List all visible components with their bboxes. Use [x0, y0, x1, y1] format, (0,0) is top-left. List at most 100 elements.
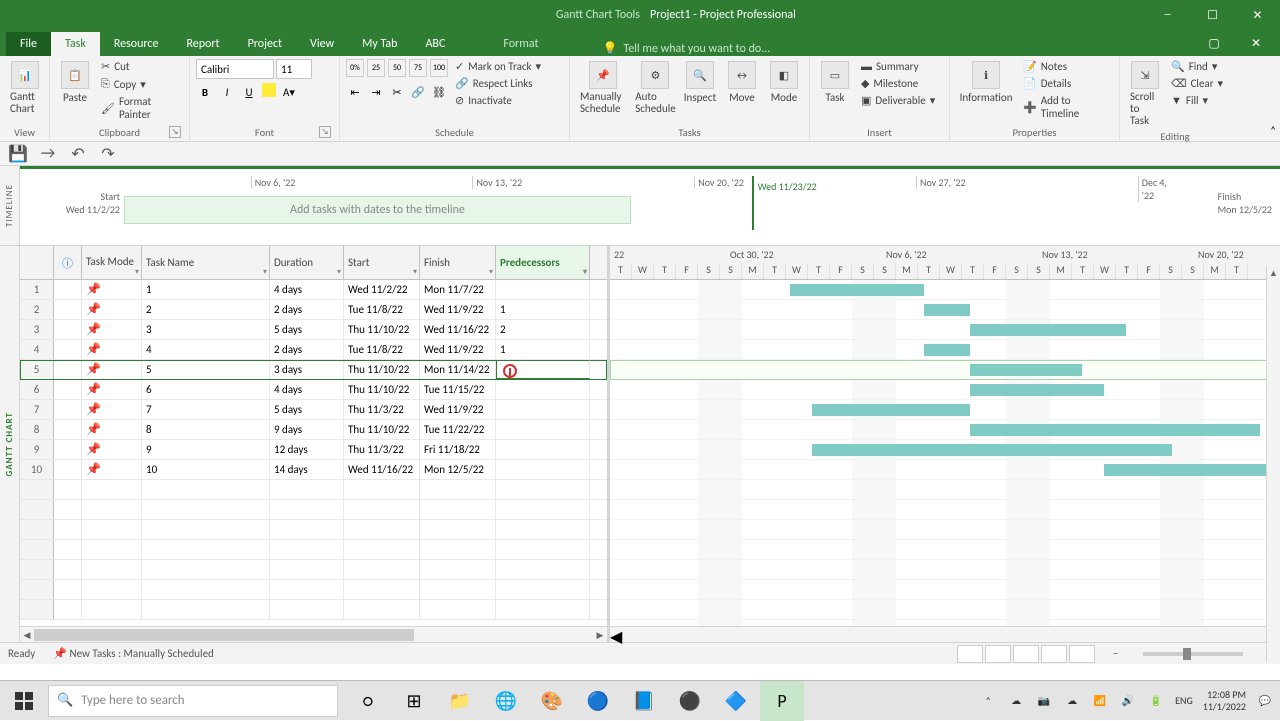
details-button[interactable]: 📄Details — [1020, 76, 1113, 91]
mode-cell[interactable]: 📌 — [82, 360, 142, 379]
mark-on-track-button[interactable]: ✓Mark on Track ▾ — [452, 59, 544, 74]
view-gantt-button[interactable] — [957, 645, 983, 663]
start-cell[interactable]: Thu 11/3/22 — [344, 440, 420, 459]
view-resource-button[interactable] — [1041, 645, 1067, 663]
table-row-empty[interactable] — [20, 560, 607, 580]
clear-button[interactable]: ⌫Clear ▾ — [1168, 76, 1226, 91]
duration-cell[interactable]: 4 days — [270, 380, 344, 399]
indent-button[interactable]: ⇥ — [367, 83, 385, 101]
view-report-button[interactable] — [1069, 645, 1095, 663]
gantt-bar[interactable] — [970, 424, 1260, 436]
project-button[interactable]: P — [760, 681, 804, 721]
start-cell[interactable]: Wed 11/16/22 — [344, 460, 420, 479]
row-number[interactable]: 6 — [20, 380, 54, 399]
predecessors-header[interactable]: Predecessors▾ — [496, 246, 590, 279]
task-view-button[interactable]: ⊞ — [392, 681, 436, 721]
table-row-empty[interactable] — [20, 540, 607, 560]
gantt-bar[interactable] — [970, 364, 1082, 376]
italic-button[interactable]: I — [218, 83, 236, 101]
predecessors-cell[interactable]: 1 — [496, 340, 590, 359]
scroll-to-task-button[interactable]: ⇲Scroll to Task — [1126, 59, 1164, 129]
tab-format[interactable]: Format — [489, 32, 552, 56]
start-header[interactable]: Start▾ — [344, 246, 420, 279]
name-cell[interactable]: 1 — [142, 280, 270, 299]
finish-cell[interactable]: Mon 11/7/22 — [420, 280, 496, 299]
find-button[interactable]: 🔍Find ▾ — [1168, 59, 1226, 74]
scroll-up[interactable]: ▲ — [1267, 266, 1280, 280]
table-row[interactable]: 3📌35 daysThu 11/10/22Wed 11/16/222 — [20, 320, 607, 340]
row-number[interactable]: 1 — [20, 280, 54, 299]
start-cell[interactable]: Thu 11/10/22 — [344, 320, 420, 339]
gantt-chart-button[interactable]: 📊 Gantt Chart — [6, 59, 44, 117]
view-team-button[interactable] — [1013, 645, 1039, 663]
underline-button[interactable]: U — [240, 83, 258, 101]
collapse-ribbon-button[interactable]: ˄ — [1270, 124, 1276, 137]
mode-cell[interactable]: 📌 — [82, 460, 142, 479]
manually-schedule-button[interactable]: 📌Manually Schedule — [576, 59, 630, 117]
tray-chevron[interactable]: ˄ — [979, 692, 997, 710]
scroll-right-button[interactable]: ▶ — [593, 627, 607, 643]
clipboard-launcher[interactable]: ↘ — [169, 126, 181, 138]
cortana-button[interactable]: ○ — [346, 681, 390, 721]
finish-cell[interactable]: Tue 11/22/22 — [420, 420, 496, 439]
finish-cell[interactable]: Mon 11/14/22 — [420, 360, 496, 379]
add-timeline-button[interactable]: ➕Add to Timeline — [1020, 93, 1113, 121]
task-insert-button[interactable]: ▭Task — [816, 59, 854, 106]
table-row[interactable]: 9📌912 daysThu 11/3/22Fri 11/18/22 — [20, 440, 607, 460]
info-cell[interactable] — [54, 300, 82, 319]
fontcolor-button[interactable]: A▾ — [280, 83, 298, 101]
gantt-bar[interactable] — [1104, 464, 1280, 476]
tab-file[interactable]: File — [6, 32, 51, 56]
information-button[interactable]: ℹInformation — [956, 59, 1016, 106]
mode-cell[interactable]: 📌 — [82, 280, 142, 299]
finish-cell[interactable]: Wed 11/9/22 — [420, 340, 496, 359]
copy-button[interactable]: ⎘Copy ▾ — [98, 76, 183, 92]
pct0-button[interactable]: 0% — [346, 59, 364, 77]
predecessors-cell[interactable]: 1 — [496, 300, 590, 319]
chart-row[interactable] — [610, 320, 1280, 340]
row-number[interactable]: 5 — [20, 360, 54, 379]
wifi-icon[interactable]: 📶 — [1091, 692, 1109, 710]
status-newtasks[interactable]: 📌 New Tasks : Manually Scheduled — [53, 647, 214, 660]
table-row[interactable]: 1📌14 daysWed 11/2/22Mon 11/7/22 — [20, 280, 607, 300]
mode-cell[interactable]: 📌 — [82, 380, 142, 399]
maximize-button[interactable]: ☐ — [1190, 0, 1235, 30]
finish-cell[interactable]: Wed 11/9/22 — [420, 300, 496, 319]
cloud-icon[interactable]: ☁ — [1007, 692, 1025, 710]
predecessors-cell[interactable] — [496, 460, 590, 479]
table-row-empty[interactable] — [20, 480, 607, 500]
tab-report[interactable]: Report — [172, 32, 233, 56]
chart-row[interactable] — [610, 280, 1280, 300]
grid-hscrollbar[interactable]: ◀ ▶ — [20, 626, 607, 642]
info-cell[interactable] — [54, 340, 82, 359]
cut-button[interactable]: ✂Cut — [98, 59, 183, 74]
gantt-bar[interactable] — [924, 304, 970, 316]
start-cell[interactable]: Thu 11/10/22 — [344, 420, 420, 439]
notes-button[interactable]: 📝Notes — [1020, 59, 1113, 74]
word-button[interactable]: 📘 — [622, 681, 666, 721]
predecessors-cell[interactable] — [496, 420, 590, 439]
info-cell[interactable] — [54, 360, 82, 379]
forward-button[interactable]: → — [38, 144, 58, 164]
table-row[interactable]: 5📌53 daysThu 11/10/22Mon 11/14/22 — [20, 360, 607, 380]
chart-row[interactable] — [610, 360, 1280, 380]
scroll-left-button[interactable]: ◀ — [20, 627, 34, 643]
name-cell[interactable]: 4 — [142, 340, 270, 359]
gantt-bar[interactable] — [924, 344, 970, 356]
duration-cell[interactable]: 3 days — [270, 360, 344, 379]
tab-mytab[interactable]: My Tab — [348, 32, 411, 56]
summary-button[interactable]: ▬Summary — [858, 59, 938, 74]
row-number[interactable]: 10 — [20, 460, 54, 479]
inspect-button[interactable]: 🔍Inspect — [681, 59, 719, 106]
predecessors-cell[interactable] — [496, 380, 590, 399]
row-number[interactable]: 7 — [20, 400, 54, 419]
chart-row[interactable] — [610, 460, 1280, 480]
save-button[interactable]: 💾 — [8, 144, 28, 164]
chart-scroll-left[interactable]: ◀ — [610, 627, 622, 647]
fill-button[interactable]: ▼Fill ▾ — [1168, 93, 1226, 108]
start-cell[interactable]: Thu 11/10/22 — [344, 360, 420, 379]
table-row-empty[interactable] — [20, 600, 607, 620]
finish-cell[interactable]: Fri 11/18/22 — [420, 440, 496, 459]
redo-button[interactable]: ↷ — [98, 144, 118, 164]
mode-cell[interactable]: 📌 — [82, 340, 142, 359]
